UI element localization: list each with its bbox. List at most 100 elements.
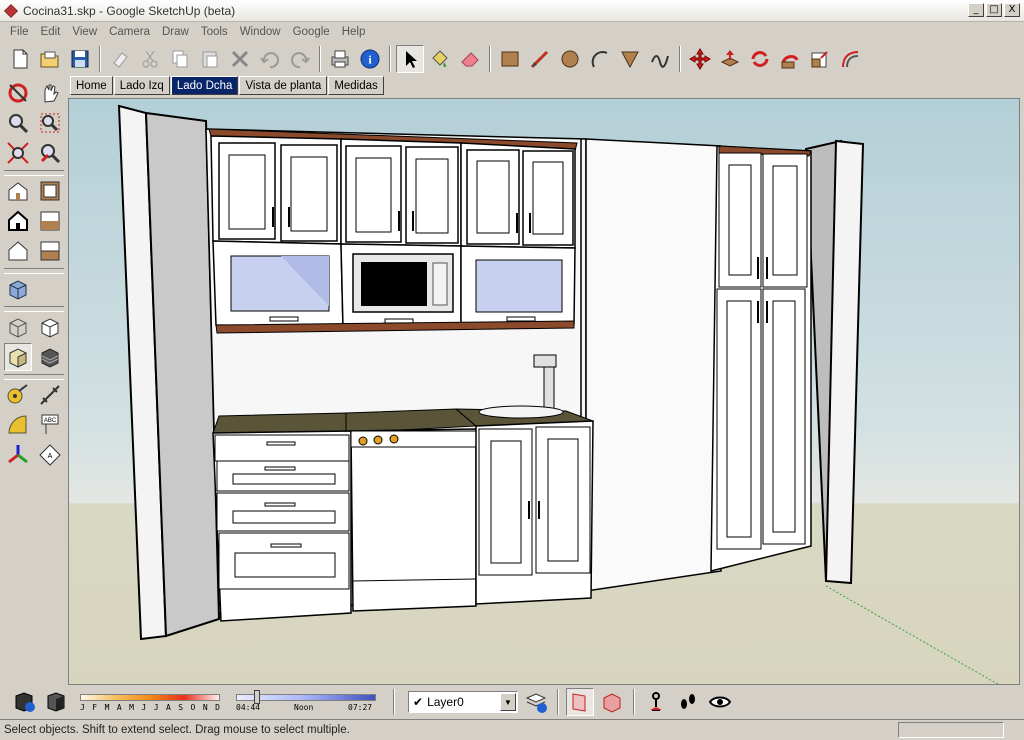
paste-icon[interactable]: [196, 45, 224, 73]
time-noon-label: Noon: [294, 703, 314, 712]
menu-view[interactable]: View: [66, 26, 103, 38]
back-view-icon[interactable]: [4, 237, 32, 265]
menu-tools[interactable]: Tools: [195, 26, 234, 38]
erase-selection-icon[interactable]: [106, 45, 134, 73]
axes-icon[interactable]: [4, 441, 32, 469]
status-message: Select objects. Shift to extend select. …: [4, 724, 350, 736]
sketchup-app-icon: [4, 3, 18, 18]
eraser-icon[interactable]: [456, 45, 484, 73]
menu-camera[interactable]: Camera: [103, 26, 156, 38]
layer-manager-icon[interactable]: [522, 688, 550, 716]
rotate-icon[interactable]: [746, 45, 774, 73]
protractor-icon[interactable]: [4, 411, 32, 439]
pan-icon[interactable]: [36, 79, 64, 107]
walk-icon[interactable]: [674, 688, 702, 716]
front-view-icon[interactable]: [4, 207, 32, 235]
move-icon[interactable]: [686, 45, 714, 73]
rectangle-icon[interactable]: [496, 45, 524, 73]
dimension-icon[interactable]: [36, 381, 64, 409]
tab-vista-de-planta[interactable]: Vista de planta: [239, 76, 328, 95]
position-camera-icon[interactable]: [642, 688, 670, 716]
undo-icon[interactable]: [256, 45, 284, 73]
open-icon[interactable]: [36, 45, 64, 73]
title-bar: Cocina31.skp - Google SketchUp (beta) _ …: [0, 0, 1024, 22]
section-cut-icon[interactable]: [598, 688, 626, 716]
svg-text:ABC: ABC: [44, 418, 57, 424]
tab-lado-izq[interactable]: Lado Izq: [113, 76, 170, 95]
new-icon[interactable]: [6, 45, 34, 73]
shaded-icon[interactable]: [4, 343, 32, 371]
minimize-button[interactable]: _: [968, 3, 984, 17]
shadow-layer-toolbar: J F M A M J J A S O N D 04:44 Noon 07:27…: [0, 686, 1024, 718]
shadow-date-slider[interactable]: J F M A M J J A S O N D: [80, 688, 226, 716]
push-pull-icon[interactable]: [716, 45, 744, 73]
freehand-icon[interactable]: [646, 45, 674, 73]
menu-file[interactable]: File: [4, 26, 35, 38]
line-icon[interactable]: [526, 45, 554, 73]
delete-icon[interactable]: [226, 45, 254, 73]
zoom-icon[interactable]: [4, 109, 32, 137]
zoom-extents-icon[interactable]: [4, 139, 32, 167]
display-shadows-icon[interactable]: [42, 688, 70, 716]
current-layer: Layer0: [427, 695, 464, 709]
text-tool-icon[interactable]: ABC: [36, 411, 64, 439]
paint-bucket-icon[interactable]: [426, 45, 454, 73]
main-toolbar: i: [0, 42, 1024, 76]
circle-icon[interactable]: [556, 45, 584, 73]
hidden-line-icon[interactable]: [36, 313, 64, 341]
3d-text-icon[interactable]: A: [36, 441, 64, 469]
select-icon[interactable]: [396, 45, 424, 73]
month-labels: J F M A M J J A S O N D: [80, 703, 220, 712]
measurements-box[interactable]: [898, 722, 1004, 738]
cut-icon[interactable]: [136, 45, 164, 73]
menu-edit[interactable]: Edit: [35, 26, 67, 38]
tab-home[interactable]: Home: [70, 76, 113, 95]
section-plane-icon[interactable]: [566, 688, 594, 716]
left-view-icon[interactable]: [36, 237, 64, 265]
camera-toolbar: ABC A: [0, 78, 68, 482]
look-around-icon[interactable]: [706, 688, 734, 716]
print-icon[interactable]: [326, 45, 354, 73]
tab-medidas[interactable]: Medidas: [328, 76, 384, 95]
follow-me-icon[interactable]: [776, 45, 804, 73]
iso-view-icon[interactable]: [4, 177, 32, 205]
shaded-textures-icon[interactable]: [36, 343, 64, 371]
right-view-icon[interactable]: [36, 207, 64, 235]
offset-icon[interactable]: [836, 45, 864, 73]
orbit-icon[interactable]: [4, 79, 32, 107]
svg-text:A: A: [48, 453, 53, 460]
polygon-icon[interactable]: [616, 45, 644, 73]
shadow-settings-icon[interactable]: [10, 688, 38, 716]
top-view-icon[interactable]: [36, 177, 64, 205]
checkmark-icon: ✔: [413, 695, 424, 709]
menu-window[interactable]: Window: [234, 26, 287, 38]
model-viewport[interactable]: [68, 98, 1020, 685]
copy-icon[interactable]: [166, 45, 194, 73]
model-info-icon[interactable]: i: [356, 45, 384, 73]
scene-tabs: Home Lado Izq Lado Dcha Vista de planta …: [70, 76, 385, 96]
wireframe-icon[interactable]: [4, 313, 32, 341]
time-slider-thumb[interactable]: [254, 690, 260, 704]
zoom-window-icon[interactable]: [36, 109, 64, 137]
kitchen-model: [117, 104, 999, 684]
menu-google[interactable]: Google: [287, 26, 336, 38]
menu-draw[interactable]: Draw: [156, 26, 195, 38]
time-start-label: 04:44: [236, 703, 261, 712]
scale-icon[interactable]: [806, 45, 834, 73]
menu-bar: File Edit View Camera Draw Tools Window …: [0, 22, 1024, 41]
close-button[interactable]: X: [1004, 3, 1020, 17]
menu-help[interactable]: Help: [336, 26, 372, 38]
save-icon[interactable]: [66, 45, 94, 73]
maximize-button[interactable]: □: [986, 3, 1002, 17]
chevron-down-icon[interactable]: ▼: [500, 693, 516, 711]
shadow-time-slider[interactable]: 04:44 Noon 07:27: [236, 688, 386, 716]
status-bar: Select objects. Shift to extend select. …: [0, 719, 1024, 740]
window-controls: _ □ X: [968, 3, 1020, 17]
tape-measure-icon[interactable]: [4, 381, 32, 409]
xray-icon[interactable]: [4, 275, 32, 303]
previous-view-icon[interactable]: [36, 139, 64, 167]
arc-icon[interactable]: [586, 45, 614, 73]
redo-icon[interactable]: [286, 45, 314, 73]
tab-lado-dcha[interactable]: Lado Dcha: [170, 76, 239, 95]
layer-dropdown[interactable]: ✔ Layer0 ▼: [408, 691, 518, 713]
